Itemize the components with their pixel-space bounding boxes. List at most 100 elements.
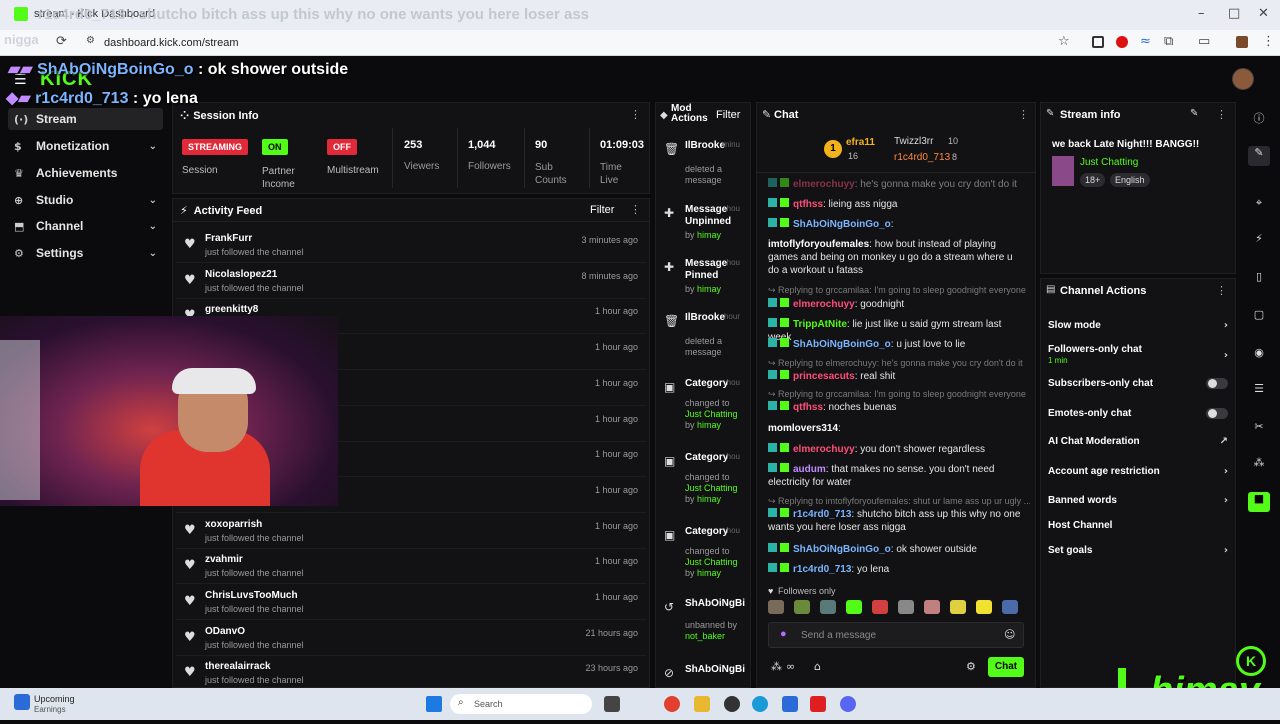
site-info-icon[interactable]: ⚙: [86, 35, 95, 46]
sidebar-item-stream[interactable]: (·) Stream: [8, 108, 163, 130]
chat-message[interactable]: r1c4rd0_713: shutcho bitch ass up this w…: [768, 508, 1023, 534]
sidepanel-icon[interactable]: ▭: [1198, 34, 1210, 49]
activity-row[interactable]: ♥ Nicolaslopez21 just followed the channel…: [176, 263, 646, 299]
window-close-button[interactable]: ✕: [1258, 6, 1269, 21]
channel-action-row[interactable]: Account age restriction ›: [1048, 466, 1228, 484]
chat-message[interactable]: audum: that makes no sense. you don't ne…: [768, 463, 1023, 489]
browser-menu-icon[interactable]: ⋮: [1262, 34, 1275, 49]
mod-action-item[interactable]: ↺ ShAbOiNgBi unbanned by not_baker: [660, 598, 750, 658]
explorer-icon[interactable]: [694, 696, 710, 712]
youtube-icon[interactable]: [810, 696, 826, 712]
store-icon[interactable]: ⌂: [814, 660, 821, 673]
extension-icon[interactable]: [1092, 36, 1104, 48]
toggle-switch[interactable]: [1206, 378, 1228, 389]
chat-message[interactable]: elmerochuyy: he's gonna make you cry don…: [768, 178, 1023, 191]
mod-action-item[interactable]: ▣ Category hou changed to Just Chatting by hi…: [660, 378, 750, 438]
chat-username[interactable]: ShAbOiNgBoinGo_o: [793, 544, 891, 555]
activity-user[interactable]: xoxoparrish: [205, 519, 262, 530]
window-maximize-button[interactable]: □: [1228, 6, 1240, 21]
toggle-switch[interactable]: [1206, 408, 1228, 419]
chat-username[interactable]: elmerochuyy: [793, 299, 855, 310]
mod-action-item[interactable]: 🗑 IlBrooke hour deleted a message: [660, 312, 750, 372]
activity-user[interactable]: ChrisLuvsTooMuch: [205, 590, 298, 601]
activity-row[interactable]: ♥ ODanvO just followed the channel 21 hours…: [176, 620, 646, 656]
wrench-icon[interactable]: ✂: [1248, 420, 1270, 440]
start-icon[interactable]: [426, 696, 442, 712]
chat-username[interactable]: princesacuts: [793, 371, 855, 382]
sidebar-item-monetization[interactable]: $ Monetization ⌄: [8, 135, 163, 157]
activity-row[interactable]: ♥ therealairrack just followed the channel…: [176, 655, 646, 692]
chat-message[interactable]: imtoflyforyoufemales: how bout instead o…: [768, 238, 1023, 277]
sidebar-item-studio[interactable]: ⊕ Studio ⌄: [8, 189, 163, 211]
activity-row[interactable]: ♥ zvahmir just followed the channel 1 hour …: [176, 548, 646, 585]
sidebar-item-settings[interactable]: ⚙ Settings ⌄: [8, 242, 163, 264]
extensions-puzzle-icon[interactable]: ⧉: [1164, 34, 1173, 49]
activity-user[interactable]: greenkitty8: [205, 304, 258, 315]
chat-reply-preview[interactable]: ↪ Replying to grccamilaa: I'm going to s…: [768, 389, 1030, 400]
mod-action-item[interactable]: ✚ Message Unpinned hou by himay: [660, 204, 750, 264]
points-icon[interactable]: ⁂: [771, 660, 782, 673]
mod-action-item[interactable]: ▣ Category hou changed to Just Chatting by hi…: [660, 452, 750, 512]
chat-message[interactable]: qtfhss: lieing ass nigga: [768, 198, 1023, 211]
channel-action-row[interactable]: Host Channel: [1048, 520, 1228, 538]
taskbar-search[interactable]: [450, 694, 592, 714]
chat-message[interactable]: elmerochuyy: you don't shower regardless: [768, 443, 1023, 456]
user-avatar[interactable]: [1232, 68, 1254, 90]
chat-message[interactable]: ShAbOiNgBoinGo_o: ok shower outside: [768, 543, 1023, 556]
partner-income-badge[interactable]: ON: [262, 139, 288, 155]
mod-action-item[interactable]: 🗑 IlBrooke minu deleted a message: [660, 140, 750, 200]
chat-username[interactable]: TrippAtNite: [793, 319, 847, 330]
channel-action-row[interactable]: Emotes-only chat: [1048, 408, 1228, 426]
emote-icon[interactable]: [976, 600, 992, 614]
app-icon[interactable]: [724, 696, 740, 712]
activity-row[interactable]: ♥ ChrisLuvsTooMuch just followed the chann…: [176, 584, 646, 620]
weather-icon[interactable]: [14, 694, 30, 710]
chat-message[interactable]: qtfhss: noches buenas: [768, 401, 1023, 414]
mod-action-item[interactable]: ▣ Category hou changed to Just Chatting by hi…: [660, 526, 750, 586]
store-icon[interactable]: [782, 696, 798, 712]
channel-action-row[interactable]: Banned words ›: [1048, 495, 1228, 513]
mod-filter-button[interactable]: Filter: [716, 109, 740, 121]
activity-user[interactable]: ODanvO: [205, 626, 245, 637]
window-minimize-button[interactable]: –: [1198, 6, 1205, 21]
chat-message[interactable]: princesacuts: real shit: [768, 370, 1023, 383]
activity-filter-button[interactable]: Filter: [590, 204, 614, 216]
emote-tray[interactable]: [768, 600, 1026, 616]
chat-username[interactable]: elmerochuyy: [793, 444, 855, 455]
discord-icon[interactable]: [840, 696, 856, 712]
chrome-icon[interactable]: [664, 696, 680, 712]
emote-icon[interactable]: [950, 600, 966, 614]
edit-icon[interactable]: ✎: [1248, 146, 1270, 166]
document-icon[interactable]: ▯: [1248, 270, 1270, 290]
emote-icon[interactable]: [794, 600, 810, 614]
chat-username[interactable]: qtfhss: [793, 402, 823, 413]
chat-username[interactable]: ShAbOiNgBoinGo_o: [793, 339, 891, 350]
bookmark-star-icon[interactable]: ☆: [1058, 34, 1070, 49]
reload-icon[interactable]: ⟳: [56, 34, 67, 49]
activity-user[interactable]: FrankFurr: [205, 233, 252, 244]
chat-username[interactable]: qtfhss: [793, 199, 823, 210]
dots-cluster-icon[interactable]: ⁂: [1248, 456, 1270, 476]
chat-message[interactable]: elmerochuyy: goodnight: [768, 298, 1023, 311]
taskview-icon[interactable]: [604, 696, 620, 712]
lightning-icon[interactable]: ⚡: [1248, 232, 1270, 252]
list-icon[interactable]: ☰: [1248, 382, 1270, 402]
chat-username[interactable]: ShAbOiNgBoinGo_o: [793, 219, 891, 230]
emote-icon[interactable]: [768, 600, 784, 614]
sidebar-item-achievements[interactable]: ♛ Achievements: [8, 162, 163, 184]
chat-message[interactable]: ShAbOiNgBoinGo_o: u just love to lie: [768, 338, 1023, 351]
mod-action-item[interactable]: ✚ Message Pinned hou by himay: [660, 258, 750, 318]
broadcast-icon[interactable]: ◉: [1248, 346, 1270, 366]
chat-reply-preview[interactable]: ↪ Replying to imtoflyforyoufemales: shut…: [768, 496, 1030, 507]
profile-avatar[interactable]: [1236, 36, 1248, 48]
activity-user[interactable]: Nicolaslopez21: [205, 269, 277, 280]
chat-username[interactable]: r1c4rd0_713: [793, 509, 851, 520]
chat-settings-icon[interactable]: ⚙: [966, 660, 976, 673]
channel-action-row[interactable]: Subscribers-only chat: [1048, 378, 1228, 396]
edit-icon[interactable]: ✎: [1190, 108, 1198, 119]
chat-username[interactable]: momlovers314: [768, 423, 838, 434]
kebab-menu-icon[interactable]: ⋮: [630, 203, 641, 216]
emoji-icon[interactable]: ☺: [1004, 628, 1015, 641]
activity-user[interactable]: therealairrack: [205, 661, 271, 672]
emote-icon[interactable]: [872, 600, 888, 614]
